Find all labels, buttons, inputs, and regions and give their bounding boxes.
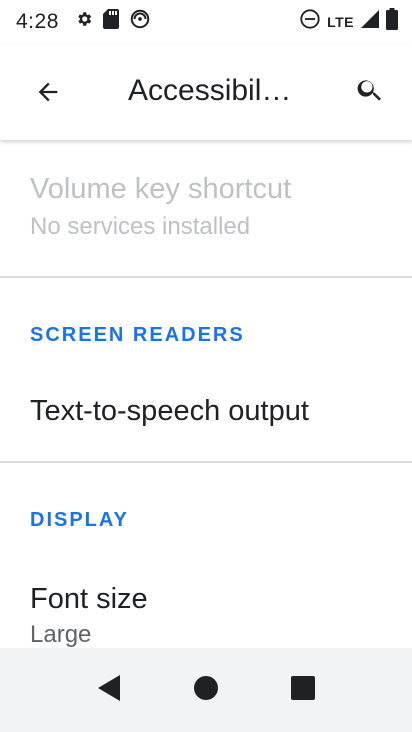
font-size-summary: Large: [30, 621, 92, 648]
divider: [0, 461, 412, 463]
nav-home-button[interactable]: [176, 660, 236, 720]
volume-key-shortcut-summary: No services installed: [30, 213, 251, 240]
page-title: Accessibil…: [128, 74, 292, 107]
status-left: 4:28: [16, 8, 151, 36]
nav-recents-icon: [290, 675, 316, 706]
settings-list: Volume key shortcut No services installe…: [0, 140, 412, 648]
navigation-bar: [0, 648, 412, 732]
nav-back-icon: [96, 673, 122, 708]
search-icon: [355, 75, 385, 110]
display-header: DISPLAY: [30, 509, 129, 531]
battery-icon: [386, 8, 398, 36]
signal-icon: [360, 9, 380, 35]
nav-back-button[interactable]: [79, 660, 139, 720]
sd-card-icon: [102, 9, 119, 35]
arrow-back-icon: [34, 78, 62, 111]
volume-key-shortcut-item[interactable]: Volume key shortcut No services installe…: [30, 172, 392, 242]
search-button[interactable]: [344, 66, 396, 118]
nav-home-icon: [193, 675, 219, 706]
font-size-item[interactable]: Font size Large: [30, 582, 392, 648]
status-right: LTE: [299, 8, 398, 36]
app-bar: Accessibil…: [0, 44, 412, 140]
status-bar: 4:28 LTE: [0, 0, 412, 44]
do-not-disturb-icon: [129, 8, 151, 36]
nav-recents-button[interactable]: [273, 660, 333, 720]
font-size-title: Font size: [30, 583, 148, 615]
divider: [0, 276, 412, 278]
text-to-speech-item[interactable]: Text-to-speech output: [30, 394, 392, 428]
network-type-label: LTE: [327, 14, 354, 30]
screen-readers-header: SCREEN READERS: [30, 324, 245, 346]
settings-gear-icon: [75, 10, 93, 34]
minus-circle-icon: [299, 8, 321, 36]
volume-key-shortcut-title: Volume key shortcut: [30, 173, 292, 205]
text-to-speech-title: Text-to-speech output: [30, 395, 309, 427]
back-button[interactable]: [22, 68, 74, 120]
status-time: 4:28: [16, 10, 59, 33]
